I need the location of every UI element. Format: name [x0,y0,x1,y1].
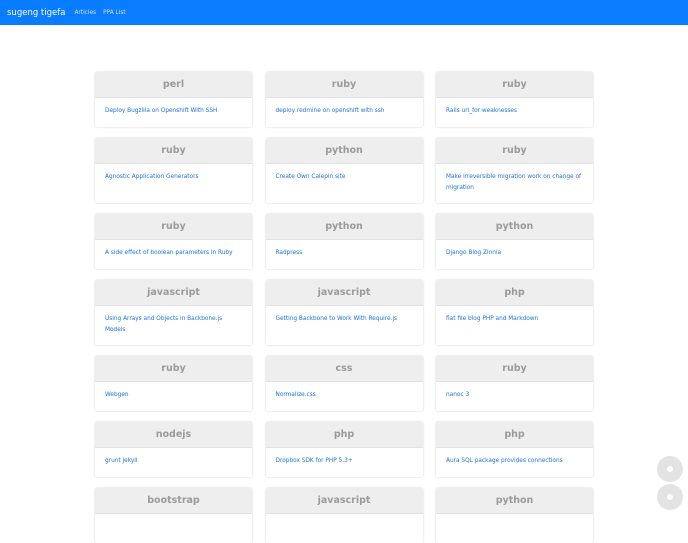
card-body: Create Own Calepin site [266,164,423,193]
article-card: ruby Make irreversible migration work on … [436,138,593,203]
circle-icon [667,494,673,500]
card-body: Getting Backbone to Work With Require.js [266,306,423,335]
article-link[interactable]: Make irreversible migration work on chan… [446,172,583,194]
card-tag: python [436,214,593,240]
card-tag: perl [95,72,252,98]
card-tag: ruby [436,72,593,98]
card-body: Normalize.css [266,382,423,411]
article-link[interactable]: A side effect of boolean parameters in R… [105,248,242,259]
card-body: Webgen [95,382,252,411]
article-card: python [436,488,593,543]
card-body: Rails url_for weaknesses [436,98,593,127]
card-tag: ruby [436,138,593,164]
article-card: python Django Blog Zinnia [436,214,593,269]
article-link[interactable]: Normalize.css [276,390,413,401]
article-link[interactable]: Radpress [276,248,413,259]
card-tag: ruby [95,356,252,382]
article-link[interactable]: Dropbox SDK for PHP 5.3+ [276,456,413,467]
article-link[interactable]: Getting Backbone to Work With Require.js [276,314,413,325]
card-body: grunt jekyll [95,448,252,477]
card-tag: ruby [95,138,252,164]
article-card: ruby Agnostic Application Generators [95,138,252,203]
article-card: javascript [265,488,423,543]
article-card: php Dropbox SDK for PHP 5.3+ [265,422,423,477]
article-card: bootstrap [95,488,252,543]
card-body: Aura SQL package provides connections [436,448,593,477]
article-card: javascript Using Arrays and Objects in Ba… [95,280,252,345]
card-tag: bootstrap [95,488,252,514]
scroll-up-button[interactable] [657,456,683,482]
article-link[interactable]: Using Arrays and Objects in Backbone.js … [105,314,242,336]
article-card: nodejs grunt jekyll [95,422,252,477]
article-link[interactable]: flat file blog PHP and Markdown [446,314,583,325]
article-link[interactable]: Rails url_for weaknesses [446,106,583,117]
card-tag: nodejs [95,422,252,448]
card-body [95,514,252,543]
card-tag: ruby [436,356,593,382]
card-body: nanoc 3 [436,382,593,411]
article-link[interactable]: nanoc 3 [446,390,583,401]
article-link[interactable]: Aura SQL package provides connections [446,456,583,467]
card-body: Make irreversible migration work on chan… [436,164,593,203]
card-body [436,514,593,543]
card-body: Dropbox SDK for PHP 5.3+ [266,448,423,477]
card-body: Deploy Bugzilla on Openshift With SSH [95,98,252,127]
card-body: Using Arrays and Objects in Backbone.js … [95,306,252,345]
article-card: ruby nanoc 3 [436,356,593,411]
card-tag: javascript [265,280,423,306]
card-tag: ruby [95,214,252,240]
article-link[interactable]: Agnostic Application Generators [105,172,242,183]
article-card: ruby A side effect of boolean parameters … [95,214,252,269]
article-link[interactable]: Deploy Bugzilla on Openshift With SSH [105,106,242,117]
card-tag: javascript [265,488,423,514]
scroll-down-button[interactable] [657,484,683,510]
card-tag: javascript [95,280,252,306]
article-card: ruby deploy redmine on openshift with ssh [265,72,423,127]
card-tag: php [436,422,593,448]
card-body: Agnostic Application Generators [95,164,252,193]
article-card: perl Deploy Bugzilla on Openshift With SS… [95,72,252,127]
card-tag: php [265,422,423,448]
article-card: css Normalize.css [265,356,423,411]
navbar: sugeng tigefa Articles PPA List [0,0,688,25]
article-grid: perl Deploy Bugzilla on Openshift With SS… [95,72,593,543]
article-card: ruby Rails url_for weaknesses [436,72,593,127]
article-link[interactable]: Django Blog Zinnia [446,248,583,259]
article-link[interactable]: Webgen [105,390,242,401]
card-tag: php [436,280,593,306]
nav-ppa-list[interactable]: PPA List [103,10,126,16]
card-body: deploy redmine on openshift with ssh [266,98,423,127]
card-tag: python [265,214,423,240]
card-body: A side effect of boolean parameters in R… [95,240,252,269]
card-tag: css [265,356,423,382]
circle-icon [667,466,673,472]
card-tag: python [436,488,593,514]
card-body: Radpress [266,240,423,269]
article-card: javascript Getting Backbone to Work With … [265,280,423,345]
article-card: python Radpress [265,214,423,269]
nav-articles[interactable]: Articles [74,10,96,16]
card-body: Django Blog Zinnia [436,240,593,269]
article-link[interactable]: grunt jekyll [105,456,242,467]
card-tag: python [265,138,423,164]
article-card: python Create Own Calepin site [265,138,423,203]
article-card: php Aura SQL package provides connections [436,422,593,477]
article-link[interactable]: Create Own Calepin site [276,172,413,183]
card-body [266,514,423,543]
article-link[interactable]: deploy redmine on openshift with ssh [276,106,413,117]
brand-link[interactable]: sugeng tigefa [7,8,65,18]
card-body: flat file blog PHP and Markdown [436,306,593,335]
card-tag: ruby [265,72,423,98]
article-card: php flat file blog PHP and Markdown [436,280,593,345]
article-card: ruby Webgen [95,356,252,411]
